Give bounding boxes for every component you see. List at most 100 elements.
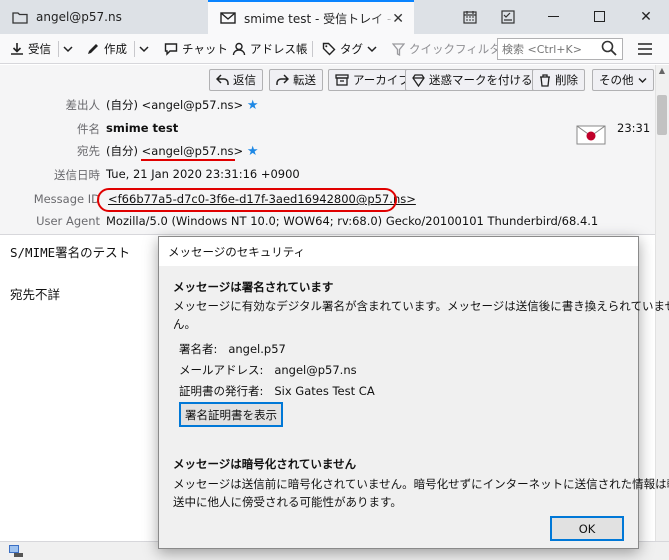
tab-account[interactable]: angel@p57.ns [0, 0, 208, 34]
folder-icon [12, 10, 28, 24]
signed-description: ん。 [173, 317, 196, 331]
ok-button[interactable]: OK [550, 516, 624, 541]
dialog-titlebar: メッセージのセキュリティ [159, 237, 638, 266]
pencil-icon [86, 42, 100, 56]
message-body: S/MIME署名のテスト 宛先不詳 [10, 244, 130, 304]
header-user-agent: User Agent Mozilla/5.0 (Windows NT 10.0;… [0, 214, 640, 232]
subject-value: smime test [106, 121, 179, 135]
user-agent-label: User Agent [36, 214, 100, 228]
chevron-down-icon [367, 45, 377, 53]
tag-label: タグ [340, 42, 363, 56]
write-button[interactable]: 作成 [86, 34, 127, 64]
tab-title: smime test - 受信トレイ - angel@p57.ns [244, 11, 396, 26]
delete-button[interactable]: 削除 [532, 69, 585, 91]
tag-button[interactable]: タグ [322, 34, 377, 64]
main-toolbar: 受信 作成 チャット アドレス帳 タグ クイックフィルター 検索 <Ctrl+K… [0, 34, 669, 64]
search-input[interactable]: 検索 <Ctrl+K> [497, 38, 623, 60]
encryption-heading: メッセージは暗号化されていません [173, 457, 357, 471]
body-line: 宛先不詳 [10, 287, 61, 302]
quick-filter-button[interactable]: クイックフィルター [392, 34, 512, 64]
issuer-label: 証明書の発行者: [179, 384, 264, 398]
forward-label: 転送 [293, 73, 316, 87]
from-value-wrap: (自分) <angel@p57.ns> ★ [106, 97, 259, 113]
trash-icon [539, 73, 551, 87]
chat-icon [164, 42, 178, 56]
signed-envelope-icon[interactable] [576, 125, 606, 145]
divider [312, 41, 313, 57]
chevron-down-icon [63, 45, 73, 53]
message-id-label: Message ID [33, 192, 100, 206]
view-certificate-button[interactable]: 署名証明書を表示 [179, 402, 283, 427]
tab-message[interactable]: smime test - 受信トレイ - angel@p57.ns ✕ [208, 0, 414, 34]
issuer-value: Six Gates Test CA [274, 384, 375, 398]
junk-icon [412, 73, 425, 87]
to-value[interactable]: <angel@p57.ns> [142, 144, 244, 158]
chat-button[interactable]: チャット [164, 34, 228, 64]
address-book-label: アドレス帳 [250, 42, 308, 56]
archive-button[interactable]: アーカイブ [328, 69, 417, 91]
from-label: 差出人 [65, 98, 101, 112]
write-label: 作成 [104, 42, 127, 56]
search-placeholder: 検索 <Ctrl+K> [502, 43, 582, 56]
issuer-row: 証明書の発行者: Six Gates Test CA [179, 383, 375, 399]
to-value-wrap: (自分) <angel@p57.ns> ★ [106, 143, 259, 159]
star-icon[interactable]: ★ [247, 98, 259, 113]
address-book-button[interactable]: アドレス帳 [232, 34, 308, 64]
signed-description: メッセージに有効なデジタル署名が含まれています。メッセージは送信後に書き換えられ… [173, 299, 669, 313]
star-icon[interactable]: ★ [247, 144, 259, 159]
window-close-icon[interactable]: ✕ [623, 0, 669, 34]
delete-label: 削除 [555, 73, 578, 87]
date-value: Tue, 21 Jan 2020 23:31:16 +0900 [106, 167, 300, 181]
reply-label: 返信 [233, 73, 256, 87]
write-dropdown[interactable] [139, 34, 149, 64]
chevron-down-icon [638, 77, 647, 84]
junk-button[interactable]: 迷惑マークを付ける [405, 69, 540, 91]
forward-icon [276, 74, 289, 86]
forward-button[interactable]: 転送 [269, 69, 323, 91]
red-oval-annotation [97, 188, 397, 212]
get-mail-button[interactable]: 受信 [10, 34, 51, 64]
scroll-up-icon[interactable]: ▲ [657, 66, 667, 75]
close-icon[interactable]: ✕ [392, 11, 404, 27]
reply-icon [216, 74, 229, 86]
filter-icon [392, 42, 405, 56]
view-certificate-label: 署名証明書を表示 [185, 407, 277, 422]
get-mail-dropdown[interactable] [63, 34, 73, 64]
signer-value: angel.p57 [228, 342, 286, 356]
online-status-icon[interactable] [8, 544, 24, 558]
date-label: 送信日時 [54, 168, 100, 182]
encryption-description: 送中に他人に傍受される可能性があります。 [173, 495, 402, 509]
get-mail-label: 受信 [28, 42, 51, 56]
scrollbar-thumb[interactable] [657, 95, 667, 135]
archive-label: アーカイブ [353, 73, 410, 87]
header-to: 宛先 (自分) <angel@p57.ns> ★ [0, 143, 640, 161]
to-label: 宛先 [77, 144, 100, 158]
dialog-title: メッセージのセキュリティ [168, 244, 306, 259]
reply-button[interactable]: 返信 [209, 69, 263, 91]
email-value: angel@p57.ns [274, 363, 357, 377]
email-row: メールアドレス: angel@p57.ns [179, 362, 357, 378]
message-time: 23:31 [617, 121, 651, 135]
minimize-icon[interactable] [531, 0, 577, 34]
junk-label: 迷惑マークを付ける [429, 73, 533, 87]
encryption-description: メッセージは送信前に暗号化されていません。暗号化せずにインターネットに送信された… [173, 477, 669, 491]
maximize-icon[interactable] [577, 0, 623, 34]
ok-label: OK [578, 521, 596, 536]
user-agent-value: Mozilla/5.0 (Windows NT 10.0; WOW64; rv:… [106, 214, 599, 228]
header-from: 差出人 (自分) <angel@p57.ns> ★ [0, 97, 640, 115]
to-prefix: (自分) [106, 144, 142, 158]
more-label: その他 [599, 73, 634, 87]
from-value[interactable]: (自分) <angel@p57.ns> [106, 98, 243, 112]
header-subject: 件名 smime test [0, 121, 640, 139]
red-underline-annotation [141, 159, 235, 161]
more-button[interactable]: その他 [592, 69, 654, 91]
app-menu-button[interactable] [638, 34, 652, 64]
contacts-icon [232, 42, 246, 56]
tasks-icon[interactable] [488, 0, 528, 34]
divider [134, 41, 135, 57]
download-icon [10, 42, 24, 56]
tab-bar: angel@p57.ns smime test - 受信トレイ - angel@… [0, 0, 669, 34]
header-date: 送信日時 Tue, 21 Jan 2020 23:31:16 +0900 [0, 167, 640, 185]
calendar-icon[interactable] [450, 0, 490, 34]
chat-label: チャット [182, 42, 228, 56]
